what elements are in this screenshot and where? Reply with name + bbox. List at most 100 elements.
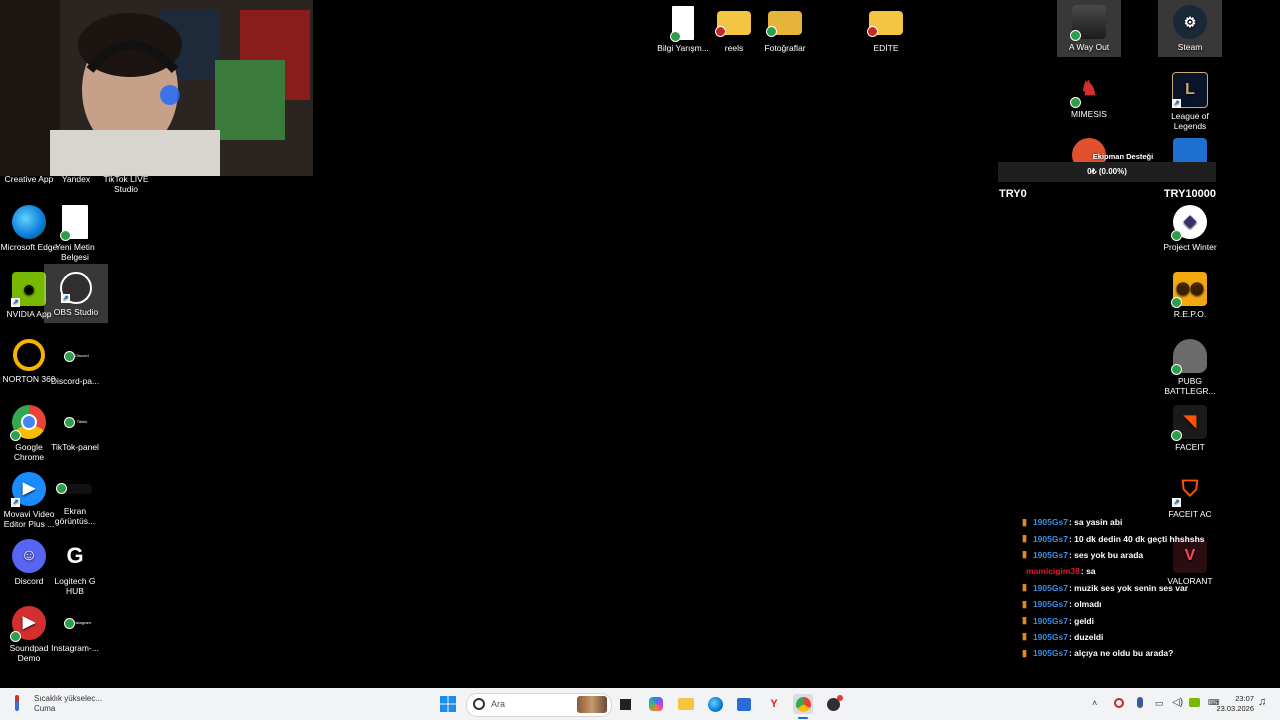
donation-goal-max: TRY10000 (1163, 188, 1216, 200)
weather-subtitle: Cuma (34, 704, 56, 713)
obs-icon: ↗ (60, 272, 92, 304)
microphone-tray-icon[interactable] (1137, 697, 1143, 708)
chat-message: ▮ 1905Gs7: 10 dk dedin 40 dk geçti hhshsh… (1022, 530, 1262, 546)
desktop-icon-repo[interactable]: ◉◉ R.E.P.O. (1161, 272, 1219, 319)
desktop-icon-yeni-metin-belgesi[interactable]: Yeni Metin Belgesi (46, 205, 104, 262)
stream-chat-overlay: ▮ 1905Gs7: sa yasin abi ▮ 1905Gs7: 10 dk de… (1022, 514, 1262, 662)
weather-widget[interactable]: Sıcaklık yükselec... Cuma (10, 693, 130, 715)
desktop-icon-project-winter[interactable]: ◆ Project Winter (1161, 205, 1219, 252)
chat-text: : sa yasin abi (1068, 517, 1123, 528)
edge-taskbar-button[interactable] (705, 694, 725, 714)
store-button[interactable] (734, 694, 754, 714)
discord-icon: ☺ (12, 539, 46, 573)
desktop-icon-label: TikTok-panel (51, 442, 99, 452)
notification-bell-icon[interactable]: ♫ (1258, 696, 1266, 708)
chrome-taskbar-button[interactable] (793, 694, 813, 714)
chat-platform-icon: ▮ (1022, 533, 1027, 544)
task-view-button[interactable] (615, 694, 635, 714)
chat-text: : muzik ses yok senin ses var (1068, 582, 1188, 593)
repo-icon: ◉◉ (1171, 272, 1207, 308)
chat-platform-icon: ▮ (1022, 582, 1027, 593)
desktop-icon-obs-studio[interactable]: ↗ OBS Studio (44, 264, 108, 323)
chrome-icon (10, 405, 46, 441)
folder-icon (715, 11, 751, 37)
desktop-icon-steam[interactable]: ⚙ Steam (1158, 0, 1222, 57)
donation-goal-title: Ekipman Desteği (1092, 152, 1154, 161)
desktop-icon-reels[interactable]: reels (705, 6, 763, 53)
volume-tray-icon[interactable]: ◁) (1172, 697, 1183, 708)
chat-platform-icon: ▮ (1022, 615, 1027, 626)
chat-username: mamicigim38 (1026, 566, 1080, 577)
chat-username: 1905Gs7 (1032, 615, 1068, 626)
desktop-icon-label: TikTok LIVE Studio (103, 174, 149, 194)
desktop-icon-label: Project Winter (1163, 242, 1217, 252)
text-document-icon (60, 205, 88, 241)
desktop-icon-instagram-panel[interactable]: Instagram Instagram-... (46, 606, 104, 653)
chat-message: ▮ 1905Gs7: ses yok bu arada (1022, 547, 1262, 563)
task-view-icon (619, 698, 631, 710)
desktop-icon-label: FACEIT (1175, 442, 1205, 452)
chat-message: mamicigim38: sa (1022, 563, 1262, 579)
pubg-helmet-icon (1171, 339, 1207, 375)
start-button[interactable] (438, 694, 458, 714)
copilot-button[interactable] (646, 694, 666, 714)
chat-platform-icon: ▮ (1022, 516, 1027, 527)
desktop-icon-bilgi-yarismasi[interactable]: Bilgi Yarışm... (654, 6, 712, 53)
desktop-icon-faceit[interactable]: ◥ FACEIT (1161, 405, 1219, 452)
desktop-icon-label: Steam (1177, 42, 1203, 52)
desktop-icon-league-of-legends[interactable]: L ↗ League of Legends (1161, 72, 1219, 131)
copilot-icon (649, 697, 663, 711)
desktop-icon-label: Soundpad Demo (9, 643, 49, 663)
store-icon (737, 697, 751, 711)
edge-icon (707, 696, 723, 712)
desktop-icon-edite[interactable]: EDİTE (857, 6, 915, 53)
chrome-icon (795, 696, 811, 712)
security-tray-icon[interactable] (1114, 698, 1124, 708)
chat-text: : 10 dk dedin 40 dk geçti hhshshs (1068, 533, 1205, 544)
desktop-icon-tiktok-live-studio[interactable]: TikTok LIVE Studio (97, 174, 155, 194)
desktop-icon-faceit-ac[interactable]: ⛉ ↗ FACEIT AC (1161, 472, 1219, 520)
yandex-icon: Y (770, 698, 778, 710)
desktop-icon-label: EDİTE (873, 43, 899, 53)
desktop-icon-label: Yeni Metin Belgesi (55, 242, 95, 262)
chat-message: ▮ 1905Gs7: olmadı (1022, 596, 1262, 612)
html-file-icon: Tiktok (58, 405, 92, 439)
clock[interactable]: 23:07 23.03.2026 (1210, 694, 1254, 714)
desktop-icon-ekran-goruntusu[interactable]: Ekran görüntüs... (46, 472, 104, 526)
desktop-icon-pubg[interactable]: PUBG BATTLEGR... (1161, 339, 1219, 396)
folder-icon (867, 11, 903, 37)
nvidia-tray-icon[interactable] (1189, 698, 1200, 707)
desktop-icon-label: MIMESIS (1071, 109, 1107, 119)
chat-message: ▮ 1905Gs7: sa yasin abi (1022, 514, 1262, 530)
desktop-icon-logitech-g-hub[interactable]: G Logitech G HUB (46, 539, 104, 597)
file-explorer-button[interactable] (676, 694, 696, 714)
show-hidden-icons-button[interactable]: ˄ (1092, 698, 1097, 708)
edge-icon (12, 205, 46, 239)
chat-platform-icon: ▮ (1022, 647, 1027, 658)
folder-icon (766, 11, 802, 37)
chat-text: : sa (1080, 566, 1096, 577)
desktop-icon-label: A Way Out (1068, 42, 1110, 52)
desktop-icon-a-way-out[interactable]: A Way Out (1057, 0, 1121, 57)
faceit-icon: ◥ (1171, 405, 1207, 441)
desktop-icon-label: Google Chrome (13, 442, 45, 462)
chat-platform-icon: ▮ (1022, 631, 1027, 642)
desktop-icon-mimesis[interactable]: ♞ MIMESIS (1060, 72, 1118, 119)
movavi-icon: ▶ ↗ (11, 472, 46, 507)
network-tray-icon[interactable]: ▭ (1155, 698, 1164, 709)
yandex-taskbar-button[interactable]: Y (764, 694, 784, 714)
search-placeholder: Ara (491, 699, 506, 709)
obs-taskbar-button[interactable] (823, 694, 843, 714)
taskbar-search[interactable]: Ara (466, 693, 612, 717)
desktop-icon-label: Discord (14, 576, 44, 586)
desktop-icon-fotograflar[interactable]: Fotoğraflar (756, 6, 814, 53)
chat-message: ▮ 1905Gs7: muzik ses yok senin ses var (1022, 580, 1262, 596)
desktop-icon-discord-panel[interactable]: Discord Discord-pa... (46, 339, 104, 386)
desktop-icon-tiktok-panel[interactable]: Tiktok TikTok-panel (46, 405, 104, 452)
mini-file-label: Instagram (73, 620, 91, 625)
thermometer-icon (15, 695, 19, 711)
steam-icon: ⚙ (1173, 5, 1207, 39)
chat-text: : geldi (1068, 615, 1094, 626)
donation-progress-text: 0₺ (0.00%) (1087, 167, 1127, 176)
chat-username: 1905Gs7 (1032, 582, 1068, 593)
